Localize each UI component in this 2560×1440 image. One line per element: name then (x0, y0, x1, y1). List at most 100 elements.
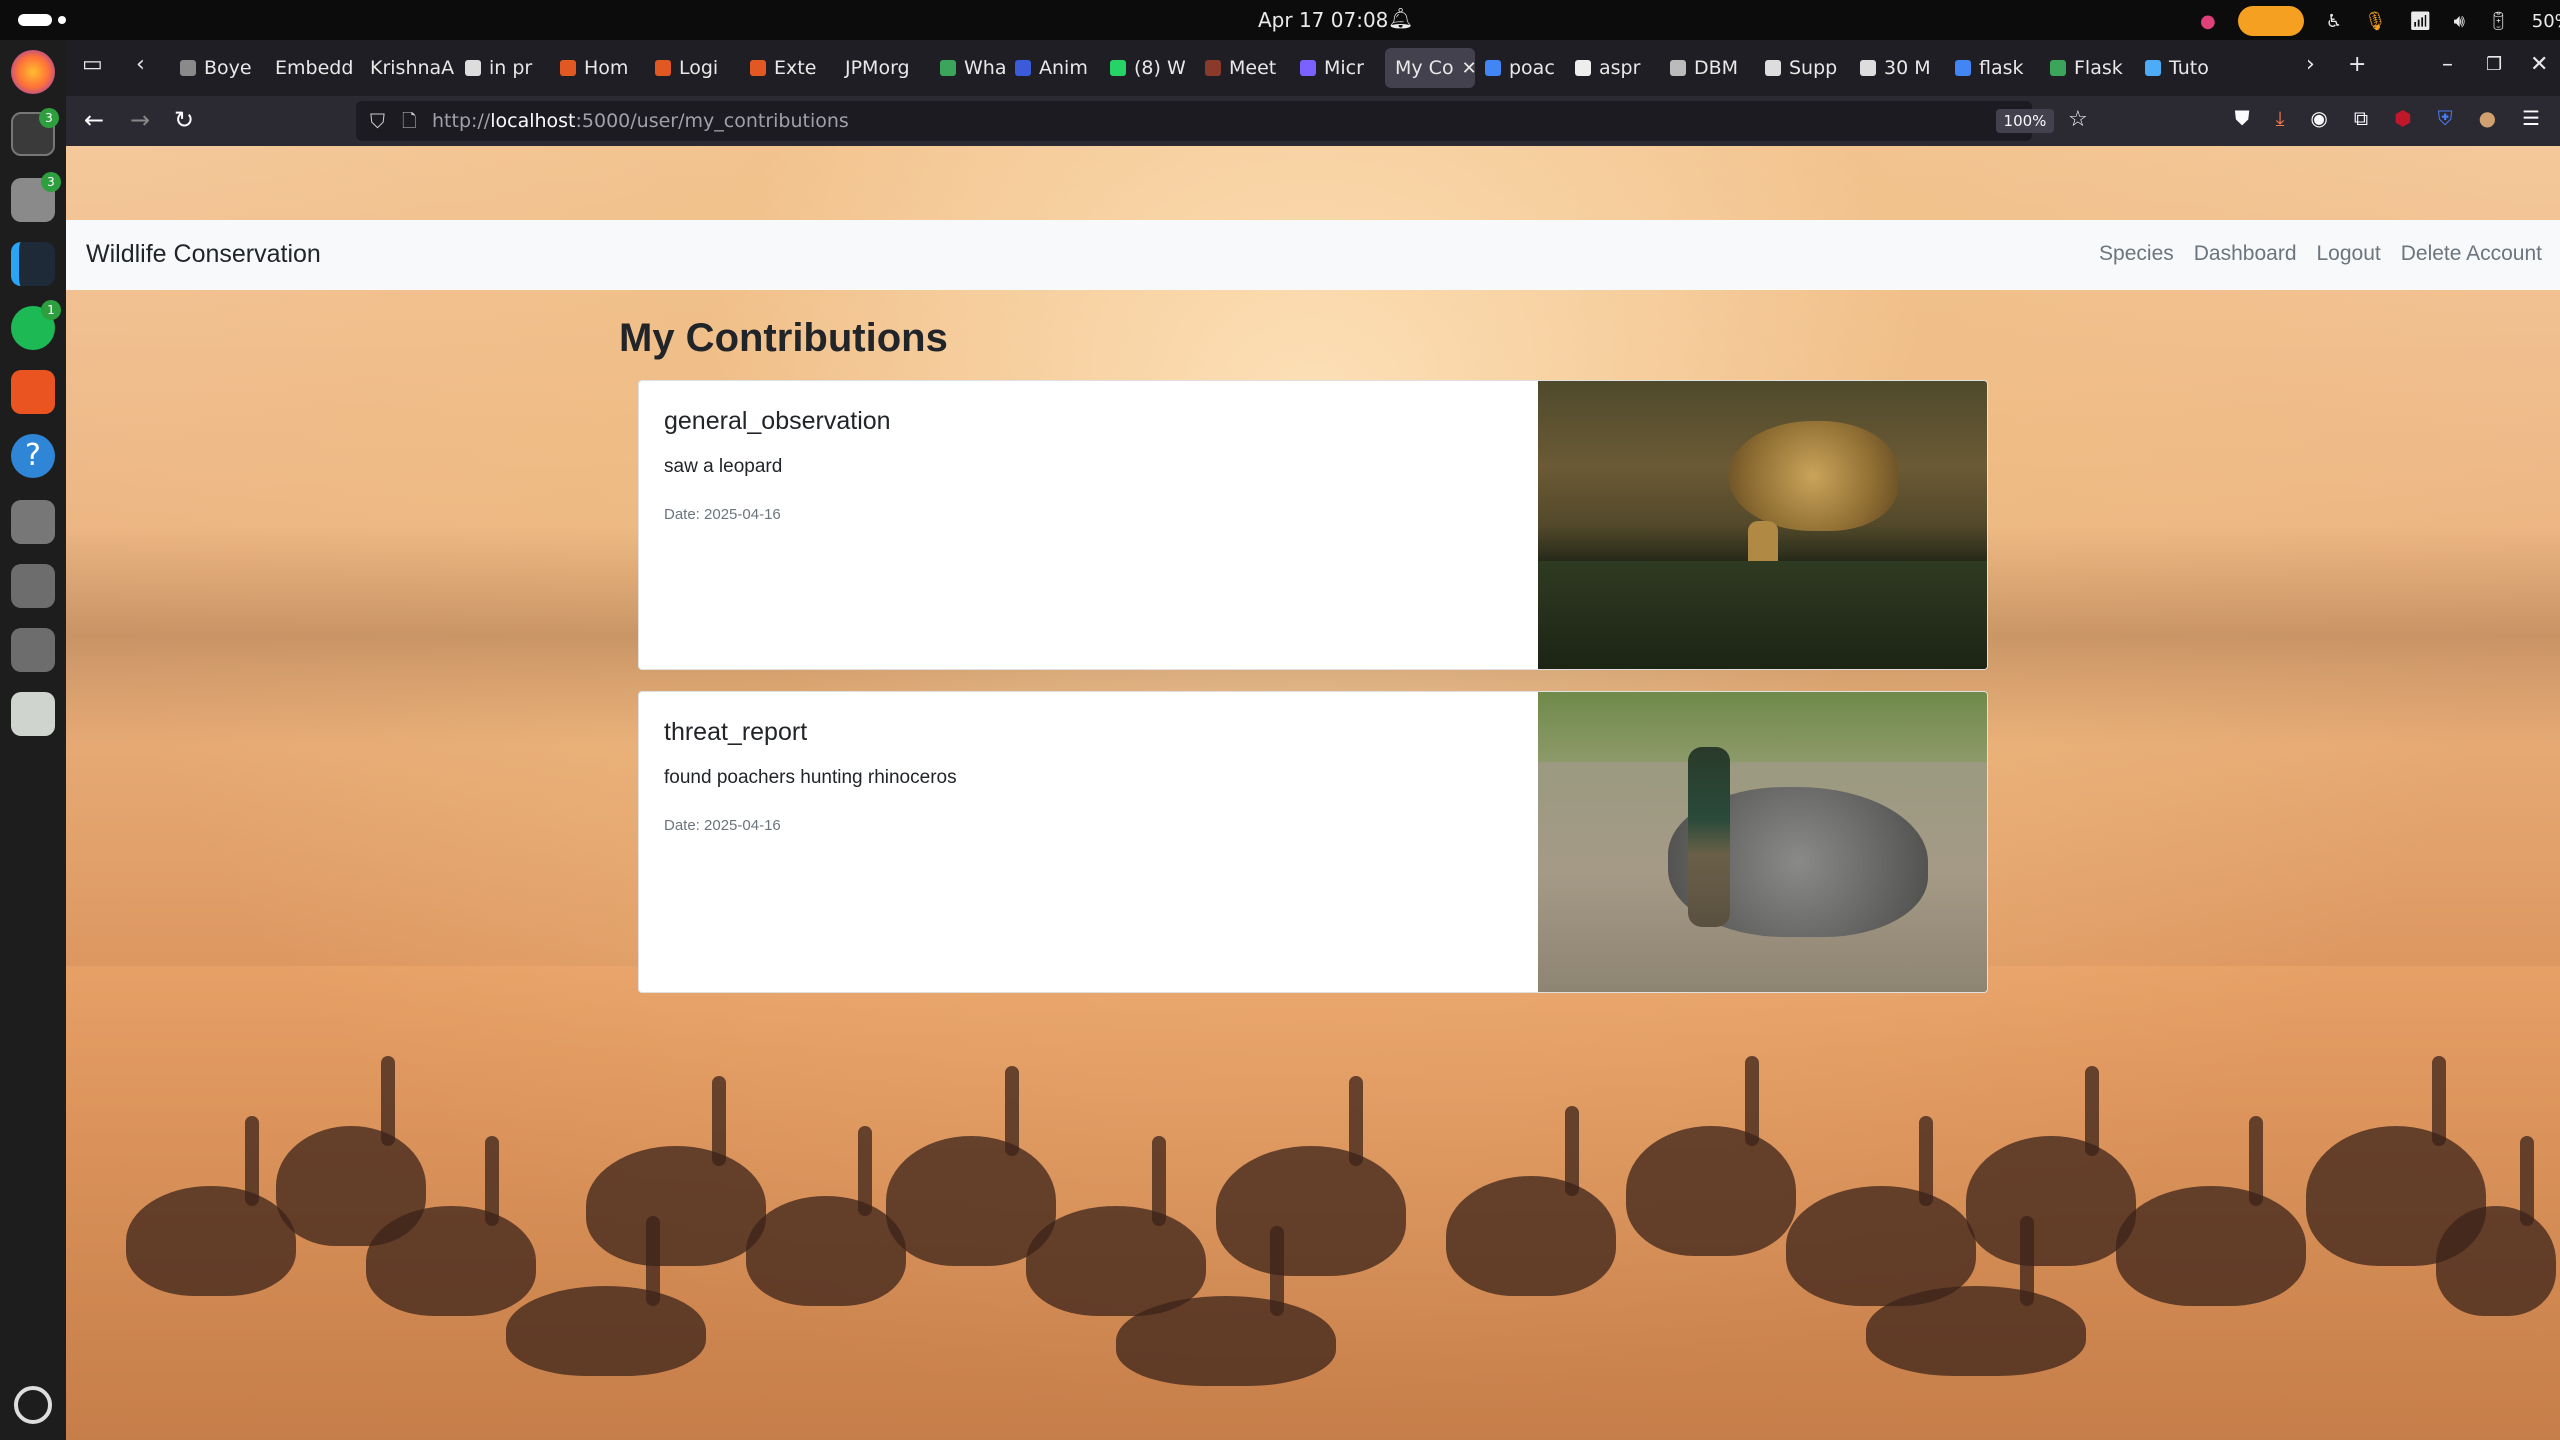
system-clock[interactable]: Apr 17 07:08 (1258, 8, 1388, 32)
url-bar[interactable]: ⛉ 🗋︎ http://localhost:5000/user/my_contr… (356, 101, 2088, 141)
minimize-window-icon[interactable]: – (2442, 52, 2453, 77)
tab-label: Flask (2074, 57, 2123, 79)
browser-tab[interactable]: Flask (2040, 48, 2135, 88)
tab-label: My Co (1395, 57, 1454, 79)
files-icon[interactable]: 3 (11, 172, 61, 222)
browser-tab[interactable]: Boye (170, 48, 265, 88)
back-arrow-icon[interactable]: ← (84, 106, 104, 134)
app-center-icon[interactable] (11, 370, 55, 414)
browser-tab[interactable]: JPMorg (835, 48, 930, 88)
account-icon[interactable]: ◉ (2310, 106, 2327, 130)
browser-tab[interactable]: Micr (1290, 48, 1385, 88)
volume-icon[interactable]: 🔊︎ (2454, 11, 2465, 32)
page-info-icon[interactable]: 🗋︎ (402, 109, 416, 139)
restore-window-icon[interactable]: ❐ (2486, 54, 2502, 75)
water-reflection (1538, 561, 1987, 669)
battery-icon[interactable]: 🔋︎ (2487, 11, 2510, 32)
tracking-protection-shield-icon[interactable]: ⛉ (370, 109, 385, 133)
site-nav-links: Species Dashboard Logout Delete Account (2099, 242, 2542, 266)
profile-avatar-icon[interactable]: ● (2479, 106, 2496, 130)
browser-tab[interactable]: Meet (1195, 48, 1290, 88)
files-badge: 3 (41, 172, 61, 192)
pelican-neck (1005, 1066, 1019, 1156)
tab-label: DBM (1694, 57, 1739, 79)
new-tab-icon[interactable]: + (2348, 52, 2366, 77)
document-icon[interactable] (11, 500, 55, 544)
scroll-tabs-right-icon[interactable]: › (2306, 52, 2315, 77)
browser-tab[interactable]: Logi (645, 48, 740, 88)
pelican-silhouette (1626, 1126, 1796, 1256)
pocket-icon[interactable]: ⛊ (2235, 106, 2250, 130)
nav-link-delete-account[interactable]: Delete Account (2401, 242, 2542, 266)
site-brand[interactable]: Wildlife Conservation (86, 240, 321, 269)
close-tab-icon[interactable]: ✕ (1462, 58, 1475, 79)
pelican-neck (381, 1056, 395, 1146)
pelican-neck (1565, 1106, 1579, 1196)
pelican-silhouette (1446, 1176, 1616, 1296)
browser-tab[interactable]: poac (1475, 48, 1565, 88)
zoom-level-badge[interactable]: 100% (1996, 109, 2054, 133)
browser-tab[interactable]: (8) W (1100, 48, 1195, 88)
browser-tab[interactable]: Tuto (2135, 48, 2230, 88)
browser-tab[interactable]: aspr (1565, 48, 1660, 88)
reload-icon[interactable]: ↻ (174, 106, 194, 134)
tab-label: Embedd (275, 57, 354, 79)
browser-tab[interactable]: in pr (455, 48, 550, 88)
vscode-icon[interactable] (11, 242, 55, 286)
pelican-silhouette (746, 1196, 906, 1306)
tab-favicon-icon (655, 60, 671, 76)
app-indicator-icon[interactable]: ● (2200, 11, 2216, 32)
tab-overview-icon[interactable]: ▭ (82, 52, 103, 77)
spotify-icon[interactable]: 1 (11, 300, 61, 350)
tab-favicon-icon (1015, 60, 1031, 76)
ssh-file-icon-2[interactable] (11, 628, 55, 672)
microphone-icon[interactable]: 🎙︎ (2364, 11, 2387, 32)
ssh-file-icon[interactable] (11, 564, 55, 608)
contribution-card-body: threat_report found poachers hunting rhi… (639, 692, 1539, 860)
browser-tab[interactable]: What (930, 48, 1005, 88)
pelican-neck (646, 1216, 660, 1306)
browser-tab[interactable]: Supp (1755, 48, 1850, 88)
pelican-neck (245, 1116, 259, 1206)
browser-tab[interactable]: Embedd (265, 48, 360, 88)
accessibility-icon[interactable]: ♿︎ (2326, 11, 2342, 32)
nav-link-logout[interactable]: Logout (2317, 242, 2381, 266)
menu-hamburger-icon[interactable]: ☰ (2522, 106, 2540, 130)
trash-icon[interactable] (11, 692, 55, 736)
close-window-icon[interactable]: ✕ (2530, 52, 2548, 77)
tab-label: Meet (1229, 57, 1277, 79)
browser-tab[interactable]: Hom (550, 48, 645, 88)
browser-tab[interactable]: Anim (1005, 48, 1100, 88)
bush-background (1538, 692, 1987, 762)
wifi-icon[interactable]: 📶︎ (2409, 11, 2432, 32)
bookmark-star-icon[interactable]: ☆ (2068, 107, 2088, 132)
browser-tab[interactable]: DBM (1660, 48, 1755, 88)
tab-favicon-icon (2050, 60, 2066, 76)
pelican-neck (2249, 1116, 2263, 1206)
forward-arrow-icon[interactable]: → (130, 106, 150, 134)
browser-tab[interactable]: flask (1945, 48, 2040, 88)
scroll-tabs-left-icon[interactable]: ‹ (136, 52, 145, 77)
nav-link-dashboard[interactable]: Dashboard (2194, 242, 2297, 266)
show-apps-icon[interactable] (14, 1386, 52, 1424)
page-viewport: Wildlife Conservation Species Dashboard … (66, 146, 2560, 1440)
downloads-icon[interactable]: ⤓ (2276, 106, 2285, 130)
activities-indicator[interactable] (18, 14, 52, 26)
tab-label: Logi (679, 57, 719, 79)
extensions-icon[interactable]: ⧉ (2354, 106, 2368, 130)
browser-tab[interactable]: Exte (740, 48, 835, 88)
help-icon[interactable]: ? (11, 434, 55, 478)
browser-tab[interactable]: My Co ✕ (1385, 48, 1475, 88)
pelican-neck (2520, 1136, 2534, 1226)
browser-tab[interactable]: 30 M (1850, 48, 1945, 88)
terminal-icon[interactable]: 3 (11, 108, 59, 156)
firefox-icon[interactable] (11, 50, 55, 94)
tab-label: Micr (1324, 57, 1364, 79)
url-text[interactable]: http://localhost:5000/user/my_contributi… (432, 110, 849, 132)
nav-link-species[interactable]: Species (2099, 242, 2174, 266)
screen-recording-indicator[interactable] (2237, 6, 2304, 36)
ublock-origin-icon[interactable]: ⬢ (2394, 106, 2411, 130)
browser-tab[interactable]: KrishnaA (360, 48, 455, 88)
bitwarden-icon[interactable]: ⛨ (2438, 106, 2453, 130)
system-tray[interactable]: ● ♿︎ 🎙︎ 📶︎ 🔊︎ 🔋︎ 50% (2200, 6, 2560, 36)
